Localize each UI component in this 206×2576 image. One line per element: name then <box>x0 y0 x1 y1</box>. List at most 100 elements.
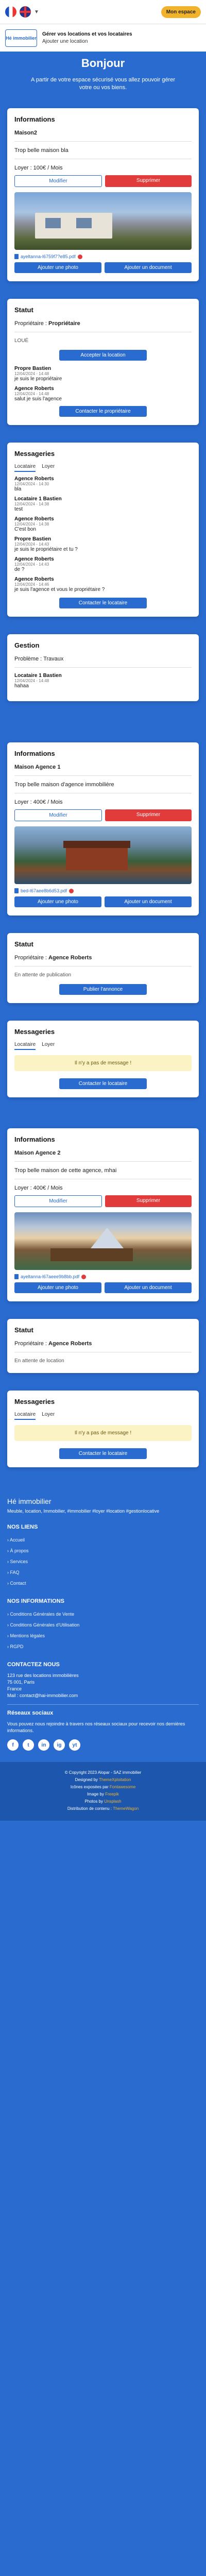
message-date: 12/04/2024 - 14:38 <box>14 502 49 506</box>
publish-button[interactable]: Publier l'annonce <box>59 984 147 995</box>
add-document-button[interactable]: Ajouter un document <box>105 262 192 273</box>
tab-tenant[interactable]: Locataire <box>14 1412 36 1420</box>
tab-rent[interactable]: Loyer <box>42 1412 55 1420</box>
message-author: Agence Roberts <box>14 386 54 392</box>
property-rent: Loyer : 100€ / Mois <box>14 165 63 171</box>
messages-card: Messageries Locataire Loyer Il n'y a pas… <box>7 1391 199 1467</box>
freepik-link[interactable]: Freepik <box>105 1792 119 1797</box>
edit-button[interactable]: Modifier <box>14 1195 102 1207</box>
document-link[interactable]: ayeltanna-l6759f7?e85.pdf <box>21 254 76 259</box>
add-photo-button[interactable]: Ajouter une photo <box>14 262 101 273</box>
tagline-bold: Gérer vos locations et vos locataires <box>42 31 132 37</box>
edit-button[interactable]: Modifier <box>14 809 102 821</box>
add-document-button[interactable]: Ajouter un document <box>105 896 192 907</box>
tab-rent[interactable]: Loyer <box>42 464 55 472</box>
footer-link[interactable]: › À propos <box>7 1546 199 1556</box>
instagram-icon[interactable]: ig <box>54 1739 65 1751</box>
message-date: 12/04/2024 - 14:46 <box>14 582 49 587</box>
footer-link[interactable]: › RGPD <box>7 1641 199 1652</box>
delete-button[interactable]: Supprimer <box>105 809 192 821</box>
owner-label: Propriétaire : <box>14 320 47 327</box>
property-rent: Loyer : 400€ / Mois <box>14 799 63 805</box>
delete-button[interactable]: Supprimer <box>105 175 192 187</box>
footer-link[interactable]: › Accueil <box>7 1535 199 1546</box>
linkedin-icon[interactable]: in <box>38 1739 49 1751</box>
footer-link[interactable]: › Mentions légales <box>7 1631 199 1641</box>
file-icon <box>14 1274 19 1279</box>
chevron-down-icon[interactable]: ▼ <box>34 9 39 15</box>
copyright: © Copyright 2023 Alopar - SAZ immobilier… <box>0 1762 206 1821</box>
issue-type: Travaux <box>43 656 64 662</box>
document-link[interactable]: ayeltanna-l67aeee9b8bb.pdf <box>21 1274 79 1279</box>
footer-link[interactable]: › Conditions Générales d'Utilisation <box>7 1620 199 1631</box>
status-badge: LOUÉ <box>14 338 29 344</box>
my-space-button[interactable]: Mon espace <box>161 6 201 18</box>
message-text: bla <box>14 486 22 492</box>
footer-link[interactable]: › Contact <box>7 1578 199 1589</box>
footer-link[interactable]: › Services <box>7 1556 199 1567</box>
page-title: Bonjour <box>81 57 125 70</box>
footer-info-title: NOS INFORMATIONS <box>7 1598 65 1604</box>
contact-tenant-button[interactable]: Contacter le locataire <box>59 1448 147 1459</box>
contact-tenant-button[interactable]: Contacter le locataire <box>59 1078 147 1089</box>
message-author: Propre Bastien <box>14 536 52 542</box>
add-photo-button[interactable]: Ajouter une photo <box>14 896 101 907</box>
logo[interactable]: Hé immobilier <box>5 29 37 47</box>
twitter-icon[interactable]: t <box>23 1739 34 1751</box>
accept-rental-button[interactable]: Accepter la location <box>59 350 147 361</box>
delete-button[interactable]: Supprimer <box>105 1195 192 1207</box>
message-author: Agence Roberts <box>14 556 54 562</box>
edit-button[interactable]: Modifier <box>14 175 102 187</box>
property-photo[interactable] <box>14 826 192 884</box>
add-document-button[interactable]: Ajouter un document <box>105 1282 192 1293</box>
message-author: Agence Roberts <box>14 516 54 522</box>
tab-tenant[interactable]: Locataire <box>14 1042 36 1050</box>
footer-city: 75 001, Paris <box>7 1680 35 1685</box>
file-icon <box>14 254 19 259</box>
footer-address: 123 rue des locations immobilières <box>7 1673 79 1678</box>
facebook-icon[interactable]: f <box>7 1739 19 1751</box>
footer-links-title: NOS LIENS <box>7 1524 38 1530</box>
owner-label: Propriétaire : <box>14 955 47 961</box>
messages-card: Messageries Locataire Loyer Il n'y a pas… <box>7 1021 199 1097</box>
message-date: 12/04/2024 - 14:48 <box>14 392 49 396</box>
tab-rent[interactable]: Loyer <box>42 1042 55 1050</box>
footer-link[interactable]: › FAQ <box>7 1567 199 1578</box>
status-card: Statut Propriétaire : Propriétaire LOUÉ … <box>7 299 199 425</box>
message-author: Propre Bastien <box>14 366 52 371</box>
delete-file-icon[interactable] <box>69 888 74 893</box>
property-photo[interactable] <box>14 192 192 250</box>
delete-file-icon[interactable] <box>77 254 82 259</box>
add-photo-button[interactable]: Ajouter une photo <box>14 1282 101 1293</box>
property-info-card: Informations Maison Agence 1 Trop belle … <box>7 742 199 916</box>
footer-about: Meuble, location, Immobilier, #immobilie… <box>7 1509 160 1514</box>
message-text: test <box>14 506 23 512</box>
footer-contact-title: CONTACTEZ NOUS <box>7 1662 60 1668</box>
card-title: Statut <box>14 306 33 314</box>
status-badge: En attente de publication <box>14 972 72 978</box>
unsplash-link[interactable]: Unsplash <box>104 1799 121 1804</box>
contact-tenant-button[interactable]: Contacter le locataire <box>59 598 147 608</box>
message-text: je suis l'agence et vous le propriétaire… <box>14 587 105 592</box>
flag-uk-icon[interactable] <box>20 6 31 18</box>
themewagon-link[interactable]: ThemeWagon <box>113 1806 139 1811</box>
icons-link[interactable]: Fontawesome <box>110 1785 135 1789</box>
flag-fr-icon[interactable] <box>5 6 16 18</box>
footer-link[interactable]: › Conditions Générales de Vente <box>7 1609 199 1620</box>
footer-mail[interactable]: Mail : contact@hai-immobilier.com <box>7 1692 199 1699</box>
messages-card: Messageries Locataire Loyer Agence Rober… <box>7 443 199 617</box>
card-title: Statut <box>14 1326 33 1334</box>
card-title: Messageries <box>14 450 55 457</box>
youtube-icon[interactable]: yt <box>69 1739 80 1751</box>
footer-brand: Hé immobilier <box>7 1497 52 1505</box>
property-photo[interactable] <box>14 1212 192 1270</box>
footer: Hé immobilier Meuble, location, Immobili… <box>0 1488 206 1821</box>
designer-link[interactable]: ThemeXploitation <box>99 1777 131 1782</box>
delete-file-icon[interactable] <box>81 1274 87 1279</box>
message-date: 12/04/2024 - 14:48 <box>14 679 49 683</box>
contact-owner-button[interactable]: Contacter le propriétaire <box>59 406 147 417</box>
message-author: Agence Roberts <box>14 577 54 582</box>
tab-tenant[interactable]: Locataire <box>14 464 36 472</box>
message-date: 12/04/2024 - 14:43 <box>14 542 49 547</box>
document-link[interactable]: bed-l67aee8b6d53.pdf <box>21 888 67 893</box>
